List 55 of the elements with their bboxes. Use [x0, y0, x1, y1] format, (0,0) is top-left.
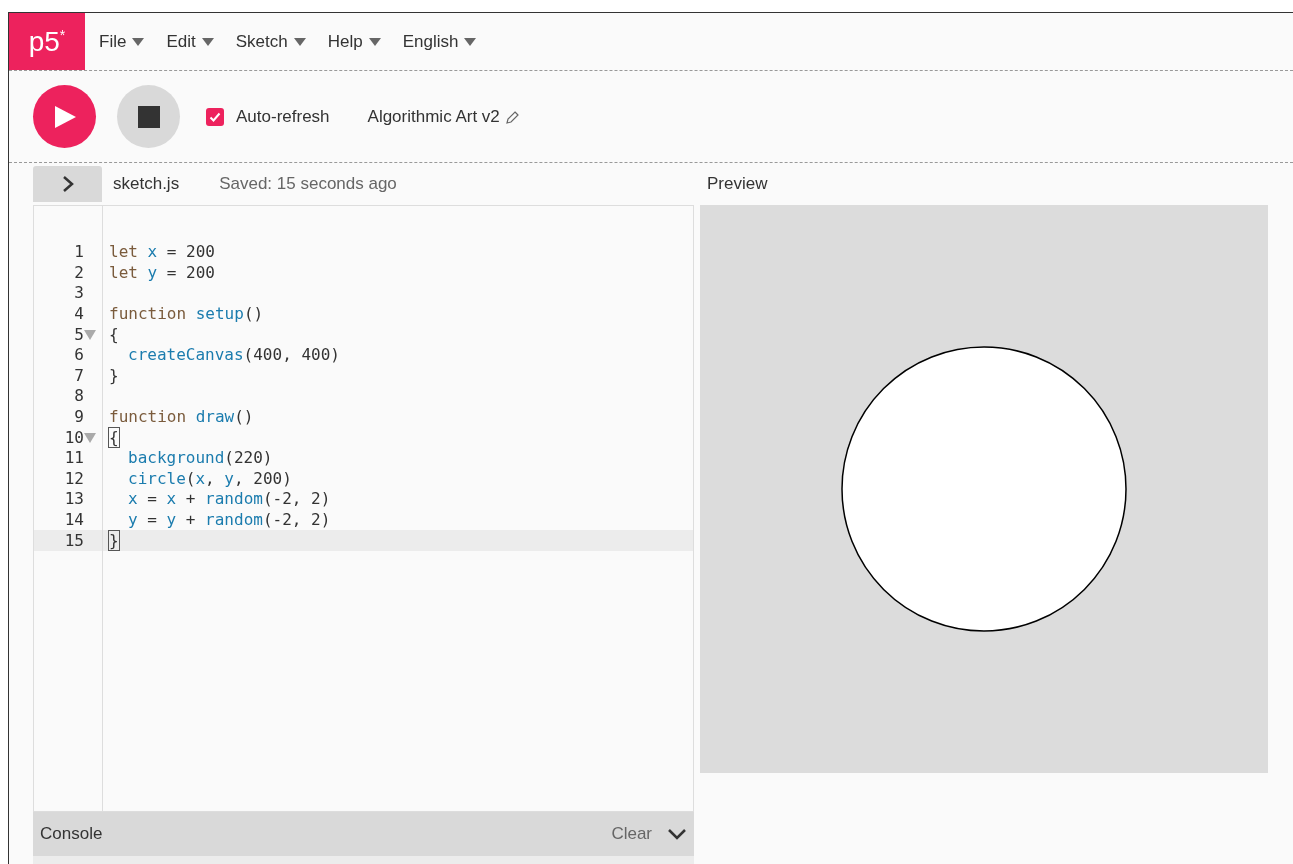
menu-item[interactable]: Edit — [166, 28, 214, 55]
code-line: background(220) — [128, 447, 273, 470]
save-status: Saved: 15 seconds ago — [219, 173, 397, 196]
line-number: 12 — [63, 467, 84, 490]
sketch-name[interactable]: Algorithmic Art v2 — [367, 103, 500, 130]
fold-arrow-icon[interactable] — [84, 329, 96, 340]
code-line: } — [109, 364, 119, 387]
file-tab[interactable]: sketch.js — [113, 171, 180, 197]
code-line: createCanvas(400, 400) — [128, 344, 340, 367]
code-line: { — [109, 426, 119, 449]
checkbox-label: Auto-refresh — [236, 105, 330, 128]
code-line: let x = 200 — [109, 241, 215, 264]
console-title: Console — [40, 823, 103, 846]
menu-item[interactable]: File — [99, 28, 145, 55]
line-number: 13 — [63, 488, 84, 511]
line-number: 4 — [73, 303, 84, 326]
line-number: 10 — [63, 426, 84, 449]
chevron-down-icon[interactable] — [667, 828, 687, 840]
checkbox[interactable] — [206, 107, 224, 126]
line-number: 8 — [73, 385, 84, 408]
code-line: x = x + random(-2, 2) — [128, 488, 331, 511]
fold-arrow-icon[interactable] — [84, 432, 96, 443]
menu-item[interactable]: English — [402, 28, 477, 55]
clear-button[interactable]: Clear — [611, 821, 652, 847]
sidebar-toggle-button[interactable] — [33, 166, 102, 202]
code-line: function draw() — [109, 406, 254, 429]
menu-item[interactable]: Sketch — [235, 28, 306, 55]
line-number: 11 — [63, 447, 84, 470]
code-line: { — [109, 323, 119, 346]
preview-title: Preview — [707, 173, 768, 196]
caret-icon — [132, 37, 145, 46]
caret-icon — [293, 37, 306, 46]
line-number: 15 — [63, 529, 84, 552]
line-number: 2 — [73, 261, 84, 284]
caret-icon — [201, 37, 214, 46]
line-number: 3 — [73, 282, 84, 305]
line-number: 9 — [73, 406, 84, 429]
line-number: 1 — [73, 241, 84, 264]
code-line: function setup() — [109, 303, 264, 326]
stop-icon — [137, 105, 160, 128]
line-number: 14 — [63, 509, 84, 531]
code-line: let y = 200 — [109, 261, 215, 284]
caret-icon — [464, 37, 477, 46]
line-number: 5 — [73, 323, 84, 346]
line-number: 7 — [73, 364, 84, 387]
code-line: } — [109, 529, 119, 552]
play-icon — [52, 104, 77, 129]
chevron-right-icon — [61, 175, 74, 193]
code-line: y = y + random(-2, 2) — [128, 509, 331, 531]
p5-logo[interactable]: p5$^{*}$ — [9, 13, 85, 70]
pencil-icon[interactable] — [505, 109, 520, 124]
code-line: circle(x, y, 200) — [128, 467, 292, 490]
caret-icon — [368, 37, 381, 46]
menu-item[interactable]: Help — [327, 28, 381, 55]
line-number: 6 — [73, 344, 84, 367]
